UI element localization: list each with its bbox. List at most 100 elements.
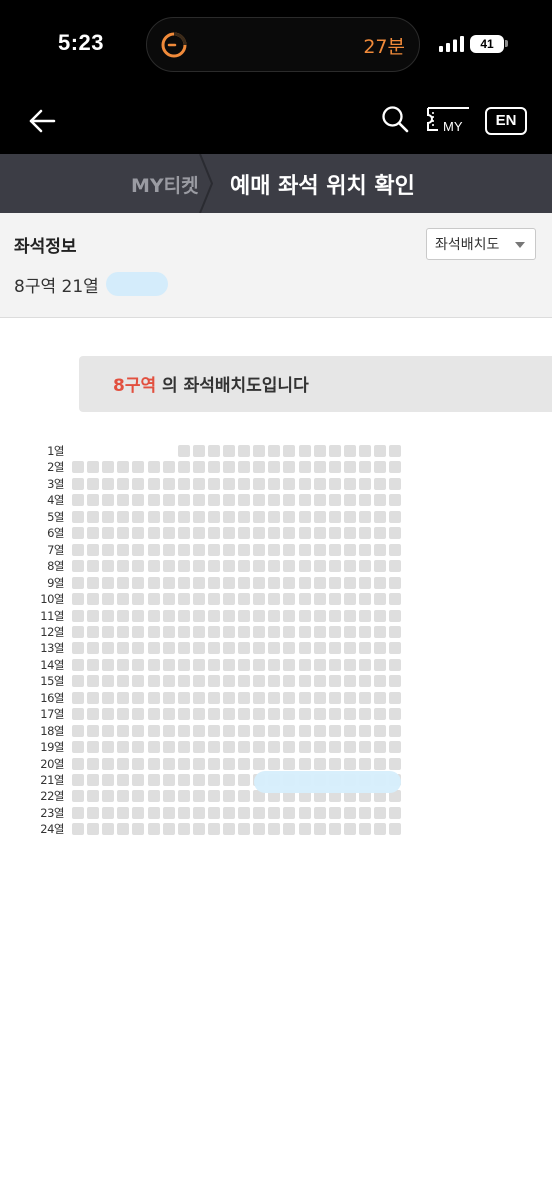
- seat[interactable]: [343, 625, 356, 638]
- seat[interactable]: [177, 790, 190, 803]
- seat[interactable]: [132, 527, 145, 540]
- seat[interactable]: [102, 757, 115, 770]
- seat[interactable]: [87, 461, 100, 474]
- seat[interactable]: [268, 609, 281, 622]
- seat[interactable]: [117, 757, 130, 770]
- seat[interactable]: [313, 560, 326, 573]
- seat[interactable]: [72, 576, 84, 589]
- seat[interactable]: [72, 774, 84, 786]
- search-icon[interactable]: [380, 104, 410, 134]
- seat[interactable]: [268, 708, 281, 721]
- seat[interactable]: [343, 642, 356, 655]
- seat[interactable]: [283, 494, 296, 507]
- seat[interactable]: [117, 774, 130, 786]
- seat[interactable]: [358, 741, 371, 754]
- seat[interactable]: [343, 477, 356, 490]
- seat[interactable]: [389, 576, 402, 589]
- seat[interactable]: [207, 757, 220, 770]
- seat[interactable]: [283, 691, 296, 704]
- seat[interactable]: [223, 658, 235, 671]
- seat[interactable]: [192, 543, 205, 556]
- seat[interactable]: [343, 675, 356, 688]
- seat[interactable]: [192, 560, 205, 573]
- seat[interactable]: [102, 609, 115, 622]
- seat[interactable]: [283, 625, 296, 638]
- seat[interactable]: [268, 625, 281, 638]
- seat[interactable]: [268, 560, 281, 573]
- seat[interactable]: [132, 461, 145, 474]
- seat[interactable]: [268, 527, 281, 540]
- seat[interactable]: [162, 724, 175, 737]
- seat[interactable]: [132, 724, 145, 737]
- seat[interactable]: [192, 691, 205, 704]
- seat[interactable]: [87, 543, 100, 556]
- seat[interactable]: [283, 609, 296, 622]
- seat[interactable]: [238, 494, 251, 507]
- seat[interactable]: [268, 593, 281, 606]
- seat[interactable]: [389, 609, 402, 622]
- seat[interactable]: [283, 708, 296, 721]
- seat[interactable]: [283, 823, 296, 836]
- seat[interactable]: [313, 806, 326, 819]
- seat[interactable]: [147, 790, 160, 803]
- seat[interactable]: [313, 724, 326, 737]
- seat[interactable]: [177, 576, 190, 589]
- seat[interactable]: [207, 543, 220, 556]
- seat[interactable]: [389, 477, 402, 490]
- seat[interactable]: [374, 757, 386, 770]
- seat[interactable]: [343, 609, 356, 622]
- seat[interactable]: [72, 790, 84, 803]
- seat[interactable]: [132, 494, 145, 507]
- seat[interactable]: [298, 461, 311, 474]
- seat[interactable]: [192, 494, 205, 507]
- seat[interactable]: [207, 741, 220, 754]
- seat[interactable]: [298, 625, 311, 638]
- seat[interactable]: [374, 658, 386, 671]
- seat[interactable]: [268, 691, 281, 704]
- seat[interactable]: [253, 609, 266, 622]
- seat[interactable]: [117, 560, 130, 573]
- seat[interactable]: [207, 658, 220, 671]
- seat[interactable]: [87, 741, 100, 754]
- seat[interactable]: [238, 461, 251, 474]
- seat[interactable]: [223, 560, 235, 573]
- seat[interactable]: [207, 576, 220, 589]
- seat[interactable]: [343, 757, 356, 770]
- seat[interactable]: [298, 806, 311, 819]
- seat[interactable]: [328, 823, 341, 836]
- seat[interactable]: [328, 543, 341, 556]
- seat[interactable]: [328, 724, 341, 737]
- seat[interactable]: [102, 823, 115, 836]
- seat[interactable]: [132, 576, 145, 589]
- seat[interactable]: [192, 625, 205, 638]
- seat[interactable]: [162, 560, 175, 573]
- seat[interactable]: [207, 560, 220, 573]
- seat[interactable]: [192, 477, 205, 490]
- seat[interactable]: [389, 724, 402, 737]
- seat[interactable]: [298, 593, 311, 606]
- seat[interactable]: [283, 675, 296, 688]
- seat[interactable]: [328, 609, 341, 622]
- seat[interactable]: [389, 494, 402, 507]
- seat[interactable]: [132, 741, 145, 754]
- seat[interactable]: [192, 510, 205, 523]
- seat[interactable]: [223, 477, 235, 490]
- seat[interactable]: [313, 477, 326, 490]
- seat[interactable]: [343, 461, 356, 474]
- seat[interactable]: [132, 757, 145, 770]
- seat[interactable]: [253, 741, 266, 754]
- seat[interactable]: [253, 708, 266, 721]
- seat[interactable]: [238, 609, 251, 622]
- seat[interactable]: [374, 609, 386, 622]
- seat[interactable]: [72, 510, 84, 523]
- seat[interactable]: [177, 806, 190, 819]
- seat[interactable]: [87, 527, 100, 540]
- seat[interactable]: [72, 609, 84, 622]
- seat[interactable]: [72, 757, 84, 770]
- seat[interactable]: [223, 741, 235, 754]
- seat[interactable]: [192, 576, 205, 589]
- seat[interactable]: [253, 494, 266, 507]
- seat[interactable]: [328, 741, 341, 754]
- seat[interactable]: [238, 576, 251, 589]
- seat[interactable]: [358, 691, 371, 704]
